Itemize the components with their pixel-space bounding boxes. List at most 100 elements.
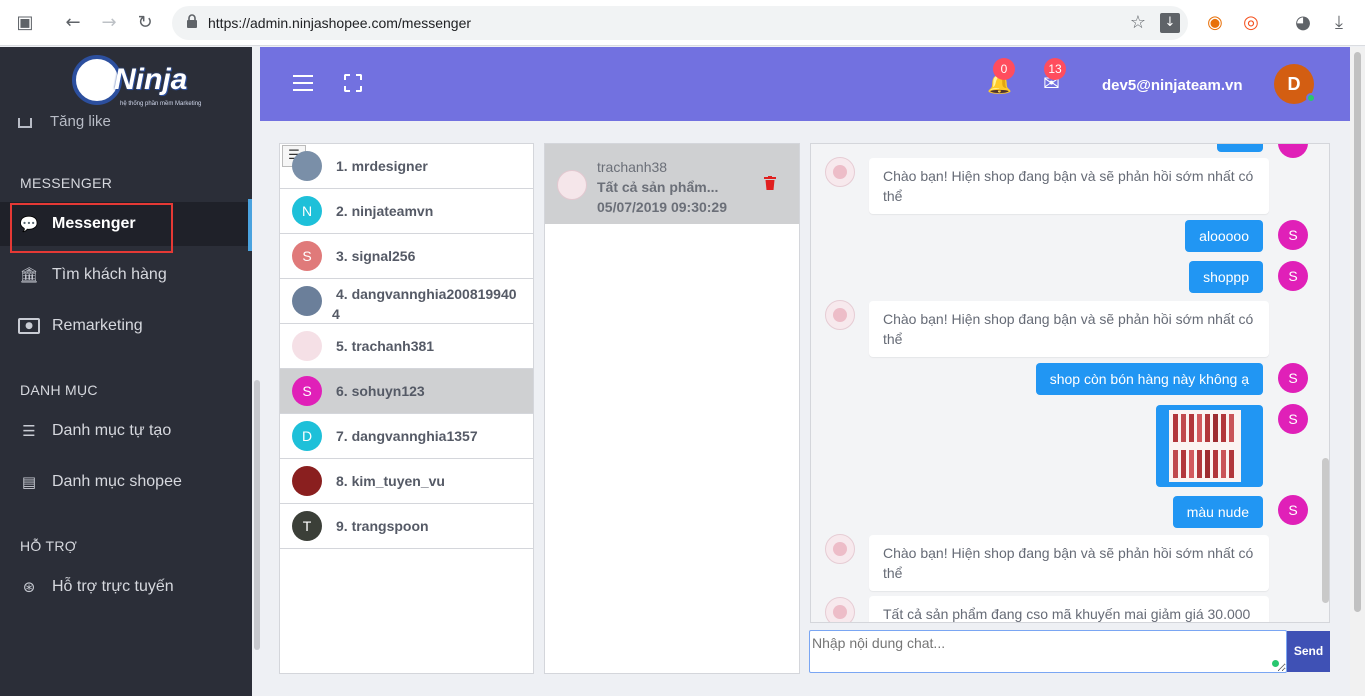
sidebar-item-ho-tro-truc-tuyen[interactable]: ⊛ Hỗ trợ trực tuyến	[0, 565, 252, 609]
bank-icon: 🏛	[19, 266, 39, 284]
contact-item[interactable]: 4. dangvannghia2008199404	[280, 279, 533, 324]
contact-name: 8. kim_tuyen_vu	[336, 473, 445, 489]
send-button[interactable]: Send	[1287, 631, 1330, 672]
url-text: https://admin.ninjashopee.com/messenger	[208, 15, 472, 31]
sidebar-item-tim-khach-hang[interactable]: 🏛 Tìm khách hàng	[0, 253, 252, 297]
topbar: 🔔 0 ✉ 13 dev5@ninjateam.vn D	[260, 47, 1350, 121]
messages-badge: 13	[1044, 58, 1066, 80]
contact-item[interactable]: D 7. dangvannghia1357	[280, 414, 533, 459]
sidebar-item-label: Danh mục shopee	[52, 473, 182, 490]
menu-toggle-icon[interactable]	[293, 75, 313, 91]
contact-avatar	[292, 466, 322, 496]
list-alt-icon: ▤	[21, 473, 37, 491]
contact-item[interactable]: 8. kim_tuyen_vu	[280, 459, 533, 504]
contact-avatar	[292, 286, 322, 316]
message-bubble-shop: Chào bạn! Hiện shop đang bận và sẽ phản …	[869, 158, 1269, 214]
conversation-preview: Tất cả sản phẩm...	[597, 179, 719, 195]
conversation-list: trachanh38 Tất cả sản phẩm... 05/07/2019…	[544, 143, 800, 674]
message-bubble-user: shoppp	[1189, 261, 1263, 293]
logo-tagline: hệ thống phần mềm Marketing	[120, 101, 202, 107]
input-status-dot	[1272, 660, 1279, 667]
message-bubble-user: shop còn bón hàng này không ạ	[1035, 363, 1263, 395]
conversation-avatar	[557, 170, 587, 200]
back-icon[interactable]: ←	[62, 12, 84, 34]
message-bubble-user: màu nude	[1172, 496, 1263, 528]
contact-avatar: N	[292, 196, 322, 226]
shop-avatar	[825, 534, 855, 564]
highlight-box	[10, 203, 173, 253]
shop-avatar	[825, 300, 855, 330]
chat-input[interactable]	[809, 630, 1287, 673]
trash-icon[interactable]	[764, 176, 776, 190]
contact-item[interactable]: S 3. signal256	[280, 234, 533, 279]
message-bubble-partial	[1217, 144, 1263, 152]
product-image[interactable]	[1169, 410, 1241, 482]
contact-name: 5. trachanh381	[336, 338, 435, 354]
contact-avatar	[292, 151, 322, 181]
chat-window: Chào bạn! Hiện shop đang bận và sẽ phản …	[810, 143, 1330, 623]
sidebar-item-label: Danh mục tự tạo	[52, 422, 172, 439]
message-bubble-shop: Chào bạn! Hiện shop đang bận và sẽ phản …	[869, 535, 1269, 591]
ninja-logo[interactable]: Ninja hệ thống phần mềm Marketing	[72, 53, 201, 111]
conversation-item[interactable]: trachanh38 Tất cả sản phẩm... 05/07/2019…	[545, 144, 799, 224]
sidebar-item-tang-like[interactable]: Tăng like	[18, 113, 111, 130]
sidebar-toggle-icon[interactable]: ▣	[14, 12, 36, 34]
browser-toolbar: ▣ ← → ↻ https://admin.ninjashopee.com/me…	[0, 0, 1365, 46]
contact-list: ☰ 1. mrdesigner N 2. ninjateamvn S 3. signal…	[279, 143, 534, 674]
sender-avatar: S	[1278, 220, 1308, 250]
sender-avatar: S	[1278, 363, 1308, 393]
image-message[interactable]	[1156, 405, 1263, 487]
contact-name: 7. dangvannghia1357	[336, 428, 478, 444]
extension-2-icon[interactable]: ◎	[1240, 12, 1262, 34]
forward-icon[interactable]: →	[98, 12, 120, 34]
download-arrow-icon[interactable]: ↓	[1160, 13, 1180, 33]
conversation-time: 05/07/2019 09:30:29	[597, 199, 727, 215]
bookmark-star-icon[interactable]: ☆	[1130, 12, 1146, 33]
logo-text: Ninja	[114, 63, 188, 96]
contact-item[interactable]: 5. trachanh381	[280, 324, 533, 369]
contact-avatar: S	[292, 241, 322, 271]
section-ho-tro: HỖ TRỢ	[20, 538, 78, 554]
like-icon	[18, 118, 32, 128]
sender-avatar	[1278, 144, 1308, 158]
sidebar: Ninja hệ thống phần mềm Marketing Tăng l…	[0, 47, 252, 696]
contact-name: 1. mrdesigner	[336, 158, 428, 174]
sidebar-item-danh-muc-shopee[interactable]: ▤ Danh mục shopee	[0, 460, 252, 504]
conversation-name: trachanh38	[597, 159, 668, 175]
extension-icon[interactable]: ◉	[1204, 12, 1226, 34]
sidebar-item-remarketing[interactable]: ● Remarketing	[0, 304, 252, 348]
address-bar[interactable]: https://admin.ninjashopee.com/messenger …	[172, 6, 1188, 40]
lifebuoy-icon: ⊛	[22, 578, 36, 596]
active-indicator	[248, 199, 252, 251]
shop-avatar	[825, 157, 855, 187]
sidebar-item-label: Tìm khách hàng	[52, 266, 167, 283]
contact-item[interactable]: T 9. trangspoon	[280, 504, 533, 549]
user-email[interactable]: dev5@ninjateam.vn	[1102, 77, 1243, 94]
sidebar-item-label: Remarketing	[52, 317, 143, 334]
sender-avatar: S	[1278, 404, 1308, 434]
lipstick-image	[1169, 410, 1241, 482]
sender-avatar: S	[1278, 495, 1308, 525]
contact-avatar: S	[292, 376, 322, 406]
message-bubble-user: alooooo	[1185, 220, 1263, 252]
lock-icon	[187, 14, 197, 28]
online-status-dot	[1306, 93, 1316, 103]
contact-item[interactable]: N 2. ninjateamvn	[280, 189, 533, 234]
contact-avatar: T	[292, 511, 322, 541]
message-bubble-shop: Tất cả sản phẩm đang cso mã khuyến mai g…	[869, 596, 1269, 622]
money-icon: ●	[18, 318, 40, 334]
fullscreen-icon[interactable]	[344, 74, 362, 92]
profile-icon[interactable]: ◕	[1292, 12, 1314, 34]
downloads-icon[interactable]: ⤓	[1328, 12, 1350, 34]
contact-name: 6. sohuyn123	[336, 383, 425, 399]
reload-icon[interactable]: ↻	[134, 12, 156, 34]
page-scrollbar-thumb[interactable]	[1354, 52, 1361, 612]
section-messenger: MESSENGER	[20, 175, 113, 191]
sidebar-item-danh-muc-tu-tao[interactable]: ☰ Danh mục tự tạo	[0, 409, 252, 453]
chat-scrollbar-thumb[interactable]	[1322, 458, 1329, 603]
sidebar-scrollbar[interactable]	[254, 380, 260, 650]
contact-name: 4. dangvannghia2008199404	[332, 286, 517, 322]
contact-item[interactable]: 1. mrdesigner	[280, 144, 533, 189]
sidebar-item-label: Hỗ trợ trực tuyến	[52, 578, 174, 595]
contact-item[interactable]: S 6. sohuyn123	[280, 369, 533, 414]
